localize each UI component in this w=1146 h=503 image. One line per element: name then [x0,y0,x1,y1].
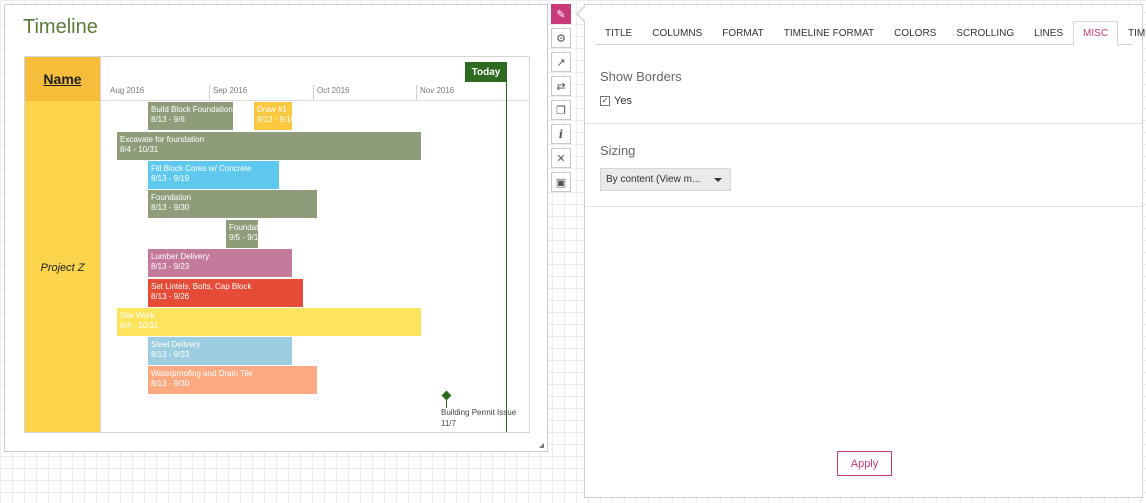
gear-icon[interactable]: ⚙ [551,28,571,48]
tab-columns[interactable]: COLUMNS [642,21,712,45]
task-bar[interactable]: Site Work 8/4 - 10/31 [117,308,421,336]
close-icon[interactable]: ✕ [551,148,571,168]
task-dates: 9/5 - 9/13 [229,233,258,242]
show-borders-option[interactable]: ✓ Yes [600,95,632,107]
page-title: Timeline [23,16,98,38]
month-tick [209,85,210,100]
milestone-name: Building Permit Issue [441,408,517,417]
milestone-date: 11/7 [441,419,456,428]
tab-misc[interactable]: MISC [1073,21,1119,46]
task-dates: 8/13 - 9/30 [151,379,190,388]
timeline-card: Timeline Name Project Z Aug 2016 Sep 201… [4,4,548,452]
show-borders-label: Yes [614,95,632,107]
task-name: Steel Delivery [151,340,201,349]
task-name: Foundation [229,223,258,232]
project-row-label: Project Z [25,101,100,432]
tab-scrolling[interactable]: SCROLLING [946,21,1024,45]
task-dates: 8/13 - 9/30 [151,203,190,212]
task-name: Lumber Delivery [151,252,210,261]
settings-panel: TITLE COLUMNS FORMAT TIMELINE FORMAT COL… [584,4,1146,498]
task-dates: 8/13 - 9/23 [151,350,190,359]
task-bar[interactable]: Excavate for foundation 8/4 - 10/31 [117,132,421,160]
task-name: Excavate for foundation [120,135,205,144]
tab-title[interactable]: TITLE [595,21,642,45]
task-dates: 8/13 - 9/23 [151,262,190,271]
tab-format[interactable]: FORMAT [712,21,773,45]
external-link-icon[interactable]: ↗ [551,52,571,72]
name-column-header[interactable]: Name [25,57,100,101]
task-bar[interactable]: Fill Block Cores w/ Concrete 8/13 - 9/19 [148,161,279,189]
task-bar[interactable]: Steel Delivery 8/13 - 9/23 [148,337,292,365]
settings-tabs: TITLE COLUMNS FORMAT TIMELINE FORMAT COL… [595,21,1146,46]
task-dates: 8/13 - 9/19 [151,174,190,183]
column-divider [100,57,101,432]
task-bar[interactable]: Foundation 8/13 - 9/30 [148,190,317,218]
resize-grip-icon[interactable] [539,443,544,448]
tab-colors[interactable]: COLORS [884,21,946,45]
copy-icon[interactable]: ❐ [551,100,571,120]
task-name: Site Work [120,311,155,320]
milestone-label: Building Permit Issue 11/7 [441,407,516,429]
month-label: Nov 2016 [420,86,455,95]
task-name: Foundation [151,193,192,202]
project-name: Project Z [40,261,85,274]
task-bar[interactable]: Lumber Delivery 8/13 - 9/23 [148,249,292,277]
task-dates: 8/4 - 10/31 [120,145,159,154]
task-bar[interactable]: Draw #1 9/13 - 9/19 [254,102,292,130]
task-name: Set Lintels, Bolts, Cap Block [151,282,252,291]
task-bar[interactable]: Build Block Foundation 8/13 - 9/6 [148,102,233,130]
section-divider [585,206,1142,207]
show-borders-title: Show Borders [600,69,682,84]
sizing-dropdown[interactable]: By content (View m... [600,168,731,191]
sizing-title: Sizing [600,143,636,158]
task-dates: 8/13 - 9/6 [151,115,185,124]
task-name: Build Block Foundation [151,105,233,114]
month-tick [416,85,417,100]
timeline-grid: Name Project Z Aug 2016 Sep 2016 Oct 201… [24,56,530,433]
month-label: Aug 2016 [110,86,145,95]
section-divider [585,123,1142,124]
task-name: Fill Block Cores w/ Concrete [151,164,252,173]
info-icon[interactable]: i [551,124,571,144]
paintbrush-icon[interactable]: ✎ [551,4,571,24]
task-bar[interactable]: Foundation 9/5 - 9/13 [226,220,258,248]
chevron-down-icon [714,178,722,182]
save-icon[interactable]: ▣ [551,172,571,192]
task-bar[interactable]: Set Lintels, Bolts, Cap Block 8/13 - 9/2… [148,279,303,307]
today-marker-line [506,82,507,432]
task-dates: 8/4 - 10/31 [120,321,159,330]
panel-pointer-inner [578,7,585,21]
time-axis [101,100,529,101]
tab-timeline-format[interactable]: TIMELINE FORMAT [774,21,884,45]
tab-timeline[interactable]: TIMELINE [1118,21,1146,45]
task-dates: 8/13 - 9/26 [151,292,190,301]
tab-lines[interactable]: LINES [1024,21,1073,45]
task-dates: 9/13 - 9/19 [257,115,292,124]
apply-button[interactable]: Apply [837,451,892,476]
show-borders-checkbox[interactable]: ✓ [600,96,610,106]
task-name: Waterproofing and Drain Tile [151,369,253,378]
task-bar[interactable]: Waterproofing and Drain Tile 8/13 - 9/30 [148,366,317,394]
sizing-selected-value: By content (View m... [606,174,701,185]
task-name: Draw #1 [257,105,287,114]
swap-icon[interactable]: ⇄ [551,76,571,96]
month-tick [313,85,314,100]
today-button[interactable]: Today [465,62,507,82]
month-label: Sep 2016 [213,86,248,95]
month-label: Oct 2016 [317,86,350,95]
